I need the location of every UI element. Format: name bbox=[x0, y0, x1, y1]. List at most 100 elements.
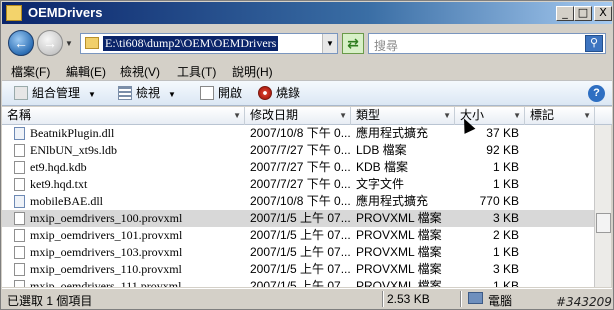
status-divider bbox=[382, 291, 384, 307]
file-name: mxip_oemdrivers_110.provxml bbox=[30, 262, 182, 276]
chevron-down-icon[interactable]: ▼ bbox=[583, 107, 591, 124]
file-icon bbox=[14, 263, 25, 276]
file-type: 應用程式擴充 bbox=[356, 194, 429, 208]
column-date[interactable]: 修改日期 ▼ bbox=[245, 107, 351, 125]
history-dropdown-icon[interactable]: ▼ bbox=[65, 39, 75, 48]
chevron-down-icon: ▼ bbox=[88, 90, 96, 99]
menu-edit[interactable]: 編輯(E) bbox=[66, 63, 106, 80]
address-bar: ← → ▼ E:\ti608\dump2\OEM\OEMDrivers ▼ ⇄ … bbox=[2, 24, 612, 62]
address-path[interactable]: E:\ti608\dump2\OEM\OEMDrivers bbox=[103, 36, 279, 51]
title-bar[interactable]: OEMDrivers _ □ X bbox=[2, 2, 612, 24]
file-size: 92 KB bbox=[486, 143, 519, 157]
file-type: LDB 檔案 bbox=[356, 143, 407, 157]
file-type: KDB 檔案 bbox=[356, 160, 409, 174]
burn-button[interactable]: 燒錄 bbox=[258, 85, 300, 103]
file-row-selected[interactable]: mxip_oemdrivers_100.provxml 2007/1/5 上午 … bbox=[2, 210, 594, 227]
search-input[interactable]: 搜尋 ⚲ bbox=[368, 33, 606, 54]
file-type: PROVXML 檔案 bbox=[356, 262, 442, 276]
file-size: 3 KB bbox=[492, 262, 519, 276]
help-icon[interactable]: ? bbox=[588, 85, 605, 102]
file-icon bbox=[14, 280, 25, 287]
window-title: OEMDrivers bbox=[28, 5, 103, 20]
file-list: BeatnikPlugin.dll 2007/10/8 下午 0... 應用程式… bbox=[2, 125, 594, 287]
file-name: ket9.hqd.txt bbox=[30, 177, 88, 191]
watermark-label: #343209 bbox=[556, 295, 612, 309]
chevron-down-icon[interactable]: ▼ bbox=[513, 107, 521, 124]
file-row[interactable]: ENlbUN_xt9s.ldb 2007/7/27 下午 0... LDB 檔案… bbox=[2, 142, 594, 159]
file-size: 3 KB bbox=[492, 211, 519, 225]
file-type: PROVXML 檔案 bbox=[356, 279, 442, 287]
file-icon bbox=[14, 161, 25, 174]
file-size: 1 KB bbox=[492, 279, 519, 287]
chevron-down-icon[interactable]: ▼ bbox=[443, 107, 451, 124]
open-button[interactable]: 開啟 bbox=[200, 85, 242, 103]
file-row[interactable]: ket9.hqd.txt 2007/7/27 下午 0... 文字文件 1 KB bbox=[2, 176, 594, 193]
search-icon[interactable]: ⚲ bbox=[585, 35, 603, 52]
file-icon bbox=[14, 246, 25, 259]
command-toolbar: 組合管理 ▼ 檢視 ▼ 開啟 燒錄 ? bbox=[2, 80, 612, 106]
column-date-label: 修改日期 bbox=[250, 108, 299, 122]
column-tags[interactable]: 標記 ▼ bbox=[525, 107, 595, 125]
maximize-button[interactable]: □ bbox=[574, 6, 592, 21]
file-date: 2007/1/5 上午 07... bbox=[250, 262, 350, 276]
column-type-label: 類型 bbox=[356, 108, 381, 122]
status-bar: 已選取 1 個項目 2.53 KB 電腦 bbox=[2, 288, 612, 309]
chevron-down-icon[interactable]: ▼ bbox=[339, 107, 347, 124]
document-icon bbox=[200, 86, 214, 100]
file-row[interactable]: mxip_oemdrivers_101.provxml 2007/1/5 上午 … bbox=[2, 227, 594, 244]
menu-help[interactable]: 說明(H) bbox=[232, 63, 273, 80]
folder-icon bbox=[85, 37, 99, 49]
status-divider bbox=[460, 291, 462, 307]
file-name: BeatnikPlugin.dll bbox=[30, 126, 115, 140]
organize-icon bbox=[14, 86, 28, 100]
file-date: 2007/7/27 下午 0... bbox=[250, 177, 350, 191]
menu-view[interactable]: 檢視(V) bbox=[120, 63, 160, 80]
back-button[interactable]: ← bbox=[8, 30, 34, 56]
file-type: PROVXML 檔案 bbox=[356, 228, 442, 242]
file-row[interactable]: mobileBAE.dll 2007/10/8 下午 0... 應用程式擴充 7… bbox=[2, 193, 594, 210]
file-date: 2007/10/8 下午 0... bbox=[250, 126, 350, 140]
file-size: 2 KB bbox=[492, 228, 519, 242]
menu-bar: 檔案(F) 編輯(E) 檢視(V) 工具(T) 說明(H) bbox=[2, 62, 612, 80]
location-status: 電腦 bbox=[488, 294, 513, 308]
organize-button[interactable]: 組合管理 ▼ bbox=[14, 85, 96, 103]
scrollbar-thumb[interactable] bbox=[596, 213, 611, 233]
file-row[interactable]: mxip_oemdrivers_110.provxml 2007/1/5 上午 … bbox=[2, 261, 594, 278]
file-size: 1 KB bbox=[492, 160, 519, 174]
menu-file[interactable]: 檔案(F) bbox=[11, 63, 50, 80]
file-row[interactable]: et9.hqd.kdb 2007/7/27 下午 0... KDB 檔案 1 K… bbox=[2, 159, 594, 176]
computer-icon bbox=[468, 292, 483, 304]
file-type: 文字文件 bbox=[356, 177, 405, 191]
file-row[interactable]: mxip_oemdrivers_111.provxml 2007/1/5 上午 … bbox=[2, 278, 594, 287]
file-type: 應用程式擴充 bbox=[356, 126, 429, 140]
folder-icon bbox=[6, 5, 22, 21]
address-field[interactable]: E:\ti608\dump2\OEM\OEMDrivers ▼ bbox=[80, 33, 338, 54]
refresh-button[interactable]: ⇄ bbox=[342, 33, 364, 54]
dll-icon bbox=[14, 127, 25, 140]
file-row[interactable]: mxip_oemdrivers_103.provxml 2007/1/5 上午 … bbox=[2, 244, 594, 261]
vertical-scrollbar[interactable] bbox=[594, 125, 611, 287]
views-button[interactable]: 檢視 ▼ bbox=[118, 85, 176, 103]
views-icon bbox=[118, 86, 132, 100]
file-icon bbox=[14, 212, 25, 225]
minimize-button[interactable]: _ bbox=[556, 6, 574, 21]
selection-size: 2.53 KB bbox=[387, 292, 430, 306]
column-name[interactable]: 名稱 ▼ bbox=[2, 107, 245, 125]
file-date: 2007/7/27 下午 0... bbox=[250, 143, 350, 157]
menu-tools[interactable]: 工具(T) bbox=[177, 63, 216, 80]
file-name: mxip_oemdrivers_101.provxml bbox=[30, 228, 183, 242]
organize-label: 組合管理 bbox=[32, 86, 81, 100]
file-row[interactable]: BeatnikPlugin.dll 2007/10/8 下午 0... 應用程式… bbox=[2, 125, 594, 142]
burn-label: 燒錄 bbox=[276, 86, 301, 100]
file-name: et9.hqd.kdb bbox=[30, 160, 87, 174]
column-name-label: 名稱 bbox=[7, 108, 32, 122]
forward-button[interactable]: → bbox=[37, 30, 63, 56]
file-date: 2007/10/8 下午 0... bbox=[250, 194, 350, 208]
close-button[interactable]: X bbox=[594, 6, 612, 21]
column-type[interactable]: 類型 ▼ bbox=[351, 107, 455, 125]
chevron-down-icon[interactable]: ▼ bbox=[233, 107, 241, 124]
file-type: PROVXML 檔案 bbox=[356, 211, 442, 225]
address-dropdown-icon[interactable]: ▼ bbox=[322, 34, 337, 53]
chevron-down-icon: ▼ bbox=[168, 90, 176, 99]
file-date: 2007/1/5 上午 07... bbox=[250, 211, 350, 225]
